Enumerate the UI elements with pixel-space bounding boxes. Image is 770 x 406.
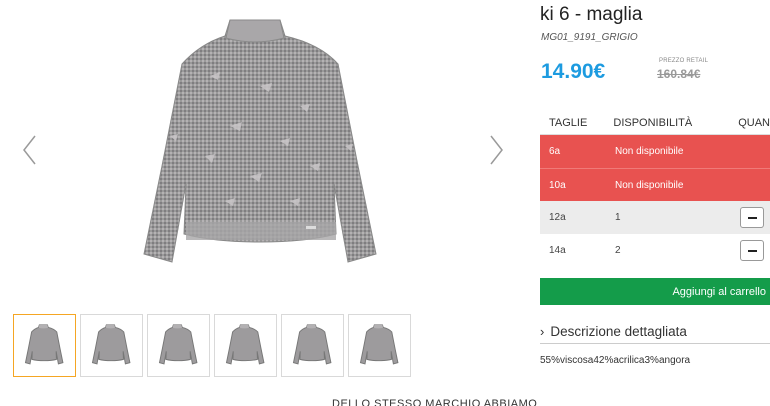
sweater-thumb-3	[158, 323, 197, 365]
description-toggle[interactable]: › Descrizione dettagliata	[540, 320, 770, 344]
quantity-decrease-button[interactable]	[740, 207, 764, 228]
next-image-button[interactable]	[484, 132, 508, 168]
quantity-decrease-button[interactable]	[740, 240, 764, 261]
availability-value: Non disponibile	[615, 146, 684, 157]
sweater-thumb-5	[292, 323, 331, 365]
product-main-image	[110, 16, 420, 286]
thumbnail-2[interactable]	[80, 314, 143, 377]
size-row-12a: 12a 1	[540, 201, 770, 234]
size-label: 10a	[549, 179, 566, 191]
prev-image-button[interactable]	[18, 132, 42, 168]
thumbnail-strip	[13, 314, 411, 377]
description-toggle-label: Descrizione dettagliata	[550, 324, 687, 339]
sweater-image	[143, 19, 377, 263]
size-label: 6a	[549, 146, 561, 157]
product-sku: MG01_9191_GRIGIO	[541, 32, 638, 43]
availability-value: 2	[615, 245, 621, 256]
size-row-14a: 14a 2	[540, 234, 770, 267]
header-availability: DISPONIBILITÀ	[613, 116, 693, 129]
sweater-thumb-1	[24, 323, 63, 365]
same-brand-heading: DELLO STESSO MARCHIO ABBIAMO	[332, 398, 538, 406]
availability-value: 1	[615, 212, 621, 223]
retail-price-label: PREZZO RETAIL	[659, 58, 709, 64]
thumbnail-5[interactable]	[281, 314, 344, 377]
thumbnail-1[interactable]	[13, 314, 76, 377]
add-to-cart-button[interactable]: Aggiungi al carrello	[540, 278, 770, 305]
size-table: TAGLIE DISPONIBILITÀ QUAN 6a Non disponi…	[540, 111, 770, 267]
minus-icon	[747, 249, 757, 252]
chevron-right-icon: ›	[540, 324, 545, 339]
size-label: 12a	[549, 212, 566, 223]
retail-price: 160.84€	[657, 67, 701, 81]
chevron-right-icon	[490, 135, 503, 165]
thumbnail-6[interactable]	[348, 314, 411, 377]
sweater-thumb-2	[91, 323, 130, 365]
sweater-thumb-6	[359, 323, 398, 365]
thumbnail-3[interactable]	[147, 314, 210, 377]
header-quantity: QUAN	[738, 116, 770, 129]
header-sizes: TAGLIE	[549, 116, 588, 129]
product-price: 14.90€	[541, 60, 606, 83]
chevron-left-icon	[23, 135, 36, 165]
sweater-thumb-4	[225, 323, 264, 365]
product-title: ki 6 - maglia	[540, 4, 643, 25]
material-composition: 55%viscosa42%acrilica3%angora	[540, 355, 691, 366]
thumbnail-4[interactable]	[214, 314, 277, 377]
size-label: 14a	[549, 245, 566, 256]
size-table-header: TAGLIE DISPONIBILITÀ QUAN	[540, 111, 770, 135]
size-row-6a: 6a Non disponibile	[540, 135, 770, 168]
size-row-10a: 10a Non disponibile	[540, 168, 770, 201]
availability-value: Non disponibile	[615, 179, 684, 191]
minus-icon	[747, 216, 757, 219]
